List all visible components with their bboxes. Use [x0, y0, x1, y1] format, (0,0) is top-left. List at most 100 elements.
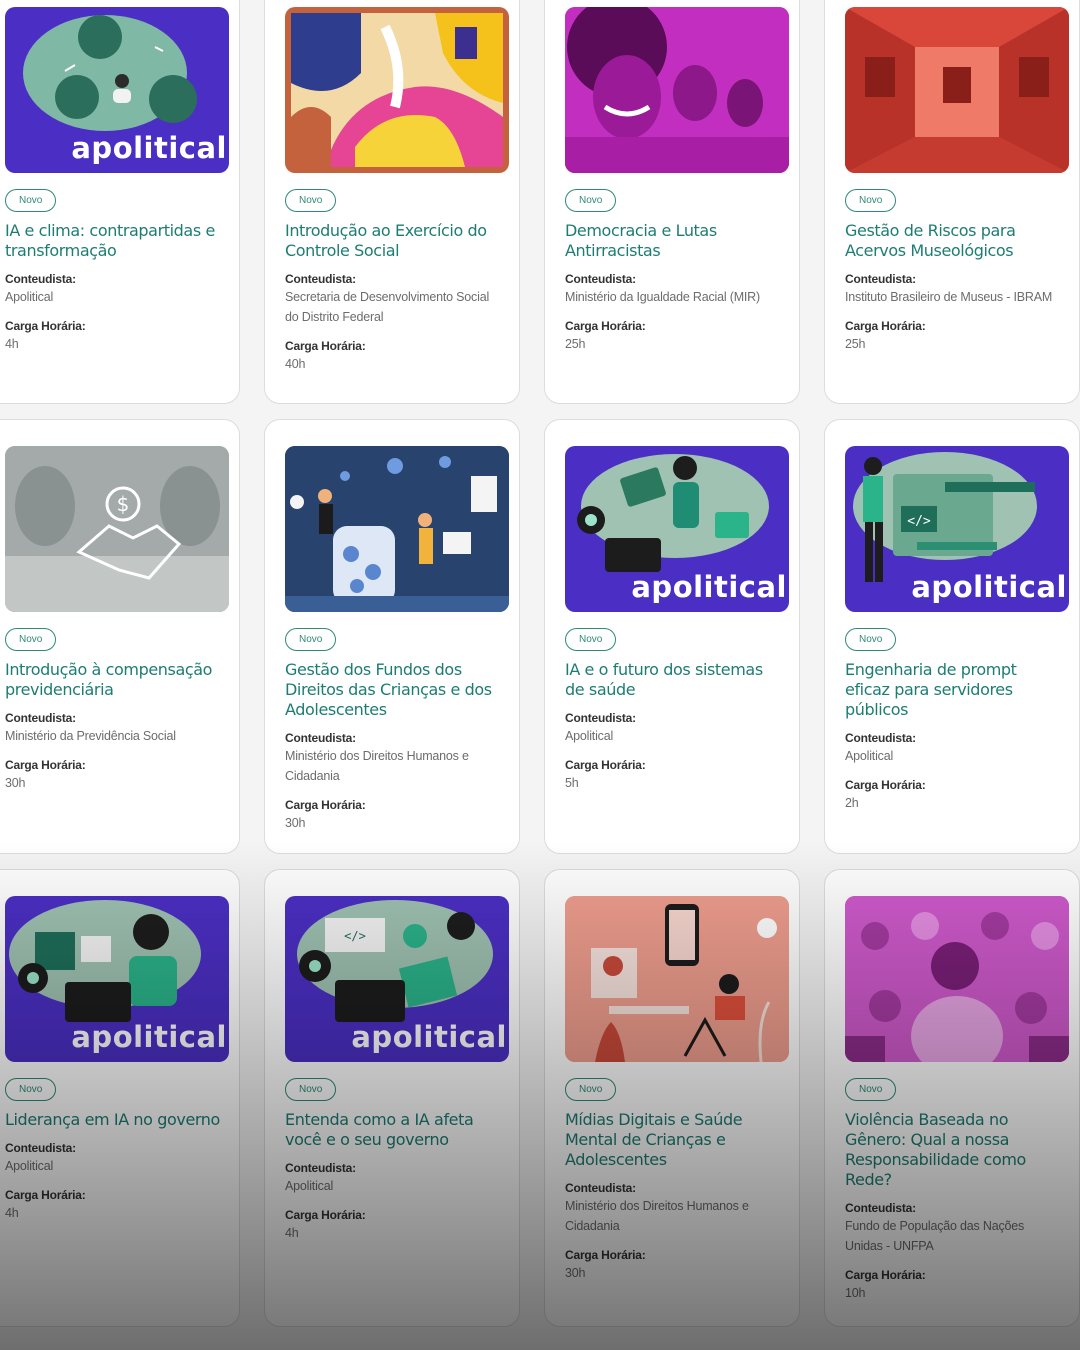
new-badge: Novo: [845, 1078, 897, 1101]
course-thumbnail: [845, 896, 1069, 1062]
hours-label: Carga Horária:: [5, 319, 86, 333]
course-thumbnail: </> apolitical: [845, 446, 1069, 612]
hours-value: 30h: [565, 1266, 586, 1280]
new-badge: Novo: [845, 628, 897, 651]
hours-value: 4h: [5, 337, 19, 351]
digital-media-illustration-icon: [565, 896, 789, 1062]
brand-logo: apolitical: [911, 570, 1067, 604]
author-value: Apolitical: [845, 749, 894, 763]
course-thumbnail: [565, 7, 789, 173]
new-badge: Novo: [565, 628, 617, 651]
hours-value: 5h: [565, 776, 579, 790]
fund-illustration-icon: [285, 446, 509, 612]
course-title[interactable]: IA e clima: contrapartidas e transformaç…: [5, 221, 223, 261]
course-card[interactable]: Novo Gestão de Riscos para Acervos Museo…: [824, 0, 1080, 404]
brand-logo: apolitical: [71, 1020, 227, 1054]
author-value: Ministério da Igualdade Racial (MIR): [565, 290, 760, 304]
course-thumbnail: [285, 7, 509, 173]
author-label: Conteudista:: [285, 272, 356, 286]
hours-label: Carga Horária:: [565, 319, 646, 333]
author-value: Apolitical: [565, 729, 614, 743]
course-thumbnail: [845, 7, 1069, 173]
author-label: Conteudista:: [845, 731, 916, 745]
course-thumbnail: apolitical: [5, 896, 229, 1062]
hours-value: 25h: [565, 337, 586, 351]
hours-label: Carga Horária:: [5, 758, 86, 772]
author-label: Conteudista:: [845, 1201, 916, 1215]
course-card[interactable]: Novo Mídias Digitais e Saúde Mental de C…: [544, 869, 800, 1327]
hours-label: Carga Horária:: [565, 758, 646, 772]
museum-photo-icon: [845, 7, 1069, 173]
hours-label: Carga Horária:: [565, 1248, 646, 1262]
course-card[interactable]: </> apolitical Novo Entenda como a IA af…: [264, 869, 520, 1327]
course-title[interactable]: Violência Baseada no Gênero: Qual a noss…: [845, 1110, 1063, 1190]
new-badge: Novo: [5, 628, 57, 651]
author-value: Instituto Brasileiro de Museus - IBRAM: [845, 290, 1053, 304]
author-value: Fundo de População das Nações Unidas - U…: [845, 1219, 1025, 1253]
course-title[interactable]: Entenda como a IA afeta você e o seu gov…: [285, 1110, 503, 1150]
brand-logo: apolitical: [71, 131, 227, 165]
course-title[interactable]: Engenharia de prompt eficaz para servido…: [845, 660, 1063, 720]
new-badge: Novo: [845, 189, 897, 212]
author-value: Ministério dos Direitos Humanos e Cidada…: [565, 1199, 749, 1233]
brand-logo: apolitical: [631, 570, 787, 604]
course-thumbnail: $: [5, 446, 229, 612]
course-title[interactable]: Gestão de Riscos para Acervos Museológic…: [845, 221, 1063, 261]
course-title[interactable]: Mídias Digitais e Saúde Mental de Crianç…: [565, 1110, 783, 1170]
author-value: Secretaria de Desenvolvimento Social do …: [285, 290, 490, 324]
hours-value: 4h: [5, 1206, 19, 1220]
course-title[interactable]: Democracia e Lutas Antirracistas: [565, 221, 783, 261]
course-thumbnail: apolitical: [5, 7, 229, 173]
hours-value: 30h: [285, 816, 306, 830]
author-label: Conteudista:: [285, 731, 356, 745]
new-badge: Novo: [5, 1078, 57, 1101]
author-label: Conteudista:: [565, 1181, 636, 1195]
new-badge: Novo: [565, 1078, 617, 1101]
author-value: Ministério da Previdência Social: [5, 729, 176, 743]
course-thumbnail: [565, 896, 789, 1062]
brand-logo: apolitical: [351, 1020, 507, 1054]
course-title[interactable]: Liderança em IA no governo: [5, 1110, 223, 1130]
course-card[interactable]: apolitical Novo Liderança em IA no gover…: [0, 869, 240, 1327]
course-grid: apolitical Novo IA e clima: contrapartid…: [0, 0, 1080, 1327]
hours-label: Carga Horária:: [845, 778, 926, 792]
people-photo-icon: [565, 7, 789, 173]
hours-label: Carga Horária:: [285, 1208, 366, 1222]
hours-value: 30h: [5, 776, 26, 790]
svg-text:</>: </>: [907, 514, 931, 529]
new-badge: Novo: [285, 628, 337, 651]
course-title[interactable]: IA e o futuro dos sistemas de saúde: [565, 660, 783, 700]
course-card[interactable]: Novo Violência Baseada no Gênero: Qual a…: [824, 869, 1080, 1327]
author-label: Conteudista:: [5, 272, 76, 286]
new-badge: Novo: [565, 189, 617, 212]
course-card[interactable]: apolitical Novo IA e o futuro dos sistem…: [544, 419, 800, 854]
hours-value: 10h: [845, 1286, 866, 1300]
new-badge: Novo: [285, 189, 337, 212]
author-label: Conteudista:: [5, 711, 76, 725]
hours-label: Carga Horária:: [285, 339, 366, 353]
hours-value: 2h: [845, 796, 859, 810]
author-label: Conteudista:: [5, 1141, 76, 1155]
author-label: Conteudista:: [845, 272, 916, 286]
course-card[interactable]: apolitical Novo IA e clima: contrapartid…: [0, 0, 240, 404]
gender-illustration-icon: [845, 896, 1069, 1062]
course-card[interactable]: Novo Gestão dos Fundos dos Direitos das …: [264, 419, 520, 854]
course-title[interactable]: Gestão dos Fundos dos Direitos das Crian…: [285, 660, 503, 720]
hours-value: 40h: [285, 357, 306, 371]
svg-text:$: $: [117, 492, 130, 516]
author-value: Ministério dos Direitos Humanos e Cidada…: [285, 749, 469, 783]
course-card[interactable]: $ Novo Introdução à compensação previden…: [0, 419, 240, 854]
author-value: Apolitical: [5, 290, 54, 304]
course-card[interactable]: Novo Introdução ao Exercício do Controle…: [264, 0, 520, 404]
course-card[interactable]: Novo Democracia e Lutas Antirracistas Co…: [544, 0, 800, 404]
course-title[interactable]: Introdução à compensação previdenciária: [5, 660, 223, 700]
author-value: Apolitical: [5, 1159, 54, 1173]
course-card[interactable]: </> apolitical Novo Engenharia de prompt…: [824, 419, 1080, 854]
new-badge: Novo: [5, 189, 57, 212]
hours-label: Carga Horária:: [845, 319, 926, 333]
course-title[interactable]: Introdução ao Exercício do Controle Soci…: [285, 221, 503, 261]
handshake-photo-icon: $: [5, 446, 229, 612]
author-label: Conteudista:: [565, 711, 636, 725]
hours-label: Carga Horária:: [845, 1268, 926, 1282]
author-label: Conteudista:: [285, 1161, 356, 1175]
